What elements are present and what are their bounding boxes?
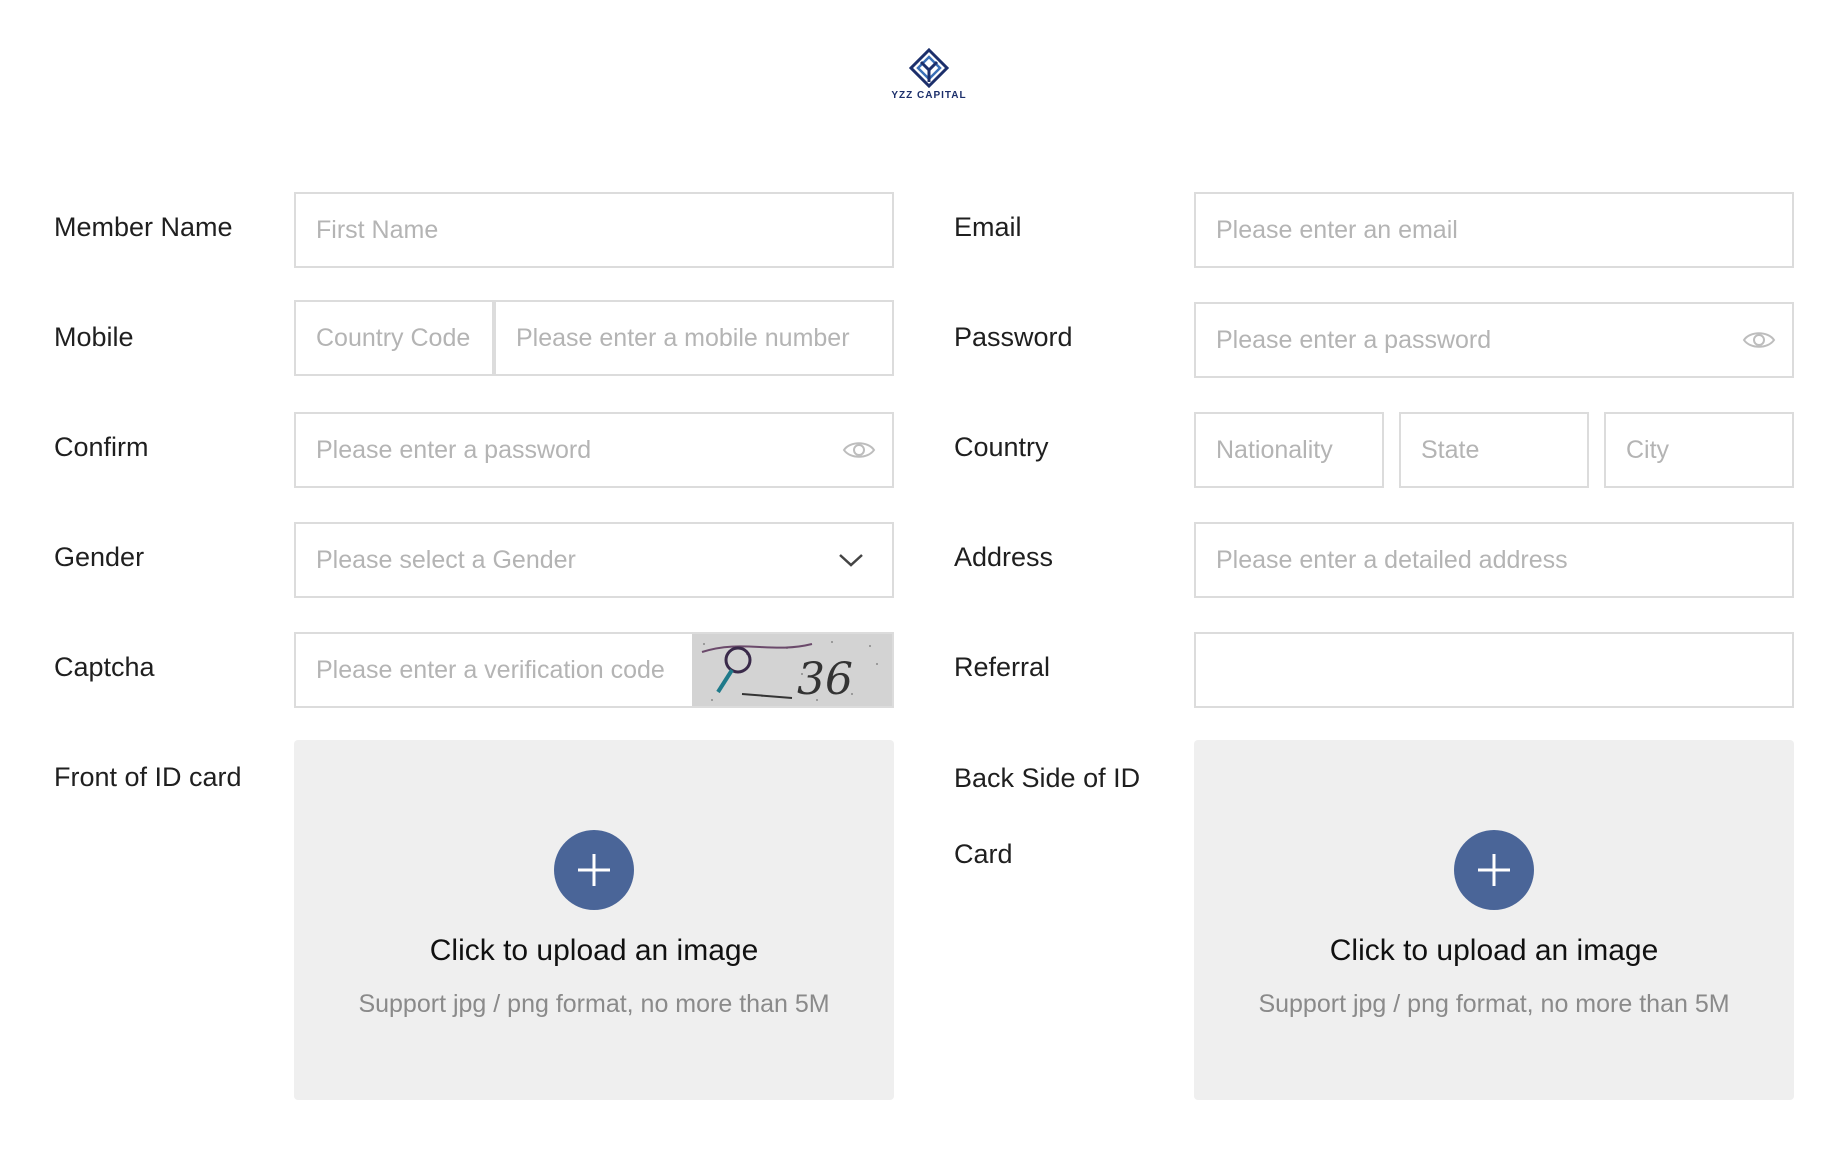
email-input[interactable]	[1216, 215, 1772, 245]
confirm-password-field[interactable]	[294, 412, 894, 488]
confirm-label: Confirm	[54, 432, 149, 462]
captcha-image[interactable]: 36	[692, 634, 892, 706]
country-code-input[interactable]	[316, 323, 472, 353]
brand-name: YZZ CAPITAL	[891, 90, 967, 101]
referral-input[interactable]	[1216, 655, 1772, 685]
city-field[interactable]	[1604, 412, 1794, 488]
eye-icon[interactable]	[842, 439, 876, 461]
front-id-label: Front of ID card	[54, 762, 242, 792]
nationality-input[interactable]	[1216, 435, 1362, 465]
password-input[interactable]	[1216, 325, 1722, 355]
nationality-field[interactable]	[1194, 412, 1384, 488]
address-input[interactable]	[1216, 545, 1772, 575]
country-code-field[interactable]	[294, 300, 494, 376]
back-id-upload[interactable]: Click to upload an image Support jpg / p…	[1194, 740, 1794, 1100]
front-id-upload[interactable]: Click to upload an image Support jpg / p…	[294, 740, 894, 1100]
captcha-text: 36	[797, 654, 853, 705]
upload-hint: Support jpg / png format, no more than 5…	[358, 990, 830, 1018]
email-label: Email	[954, 212, 1022, 242]
city-input[interactable]	[1626, 435, 1772, 465]
captcha-input[interactable]	[316, 655, 682, 685]
plus-icon[interactable]	[1454, 830, 1534, 910]
chevron-down-icon[interactable]	[838, 552, 864, 568]
upload-hint: Support jpg / png format, no more than 5…	[1258, 990, 1730, 1018]
email-field[interactable]	[1194, 192, 1794, 268]
confirm-password-input[interactable]	[316, 435, 822, 465]
state-input[interactable]	[1421, 435, 1567, 465]
back-id-label: Back Side of ID Card	[954, 763, 1141, 869]
logo-mark-icon	[908, 48, 950, 88]
gender-label: Gender	[54, 542, 145, 572]
gender-select[interactable]: Please select a Gender	[294, 522, 894, 598]
plus-icon[interactable]	[554, 830, 634, 910]
first-name-input[interactable]	[316, 215, 872, 245]
address-field[interactable]	[1194, 522, 1794, 598]
password-field[interactable]	[1194, 302, 1794, 378]
password-label: Password	[954, 322, 1073, 352]
gender-placeholder: Please select a Gender	[316, 545, 576, 574]
country-label: Country	[954, 432, 1049, 462]
captcha-field[interactable]: 36	[294, 632, 894, 708]
referral-field[interactable]	[1194, 632, 1794, 708]
brand-logo: YZZ CAPITAL	[888, 48, 970, 108]
upload-title: Click to upload an image	[429, 934, 759, 967]
referral-label: Referral	[954, 652, 1051, 682]
upload-title: Click to upload an image	[1329, 934, 1659, 967]
mobile-number-field[interactable]	[494, 300, 894, 376]
address-label: Address	[954, 542, 1054, 572]
state-field[interactable]	[1399, 412, 1589, 488]
mobile-number-input[interactable]	[516, 323, 872, 353]
captcha-label: Captcha	[54, 652, 155, 682]
first-name-field[interactable]	[294, 192, 894, 268]
mobile-label: Mobile	[54, 322, 134, 352]
eye-icon[interactable]	[1742, 329, 1776, 351]
member-name-label: Member Name	[54, 212, 233, 242]
